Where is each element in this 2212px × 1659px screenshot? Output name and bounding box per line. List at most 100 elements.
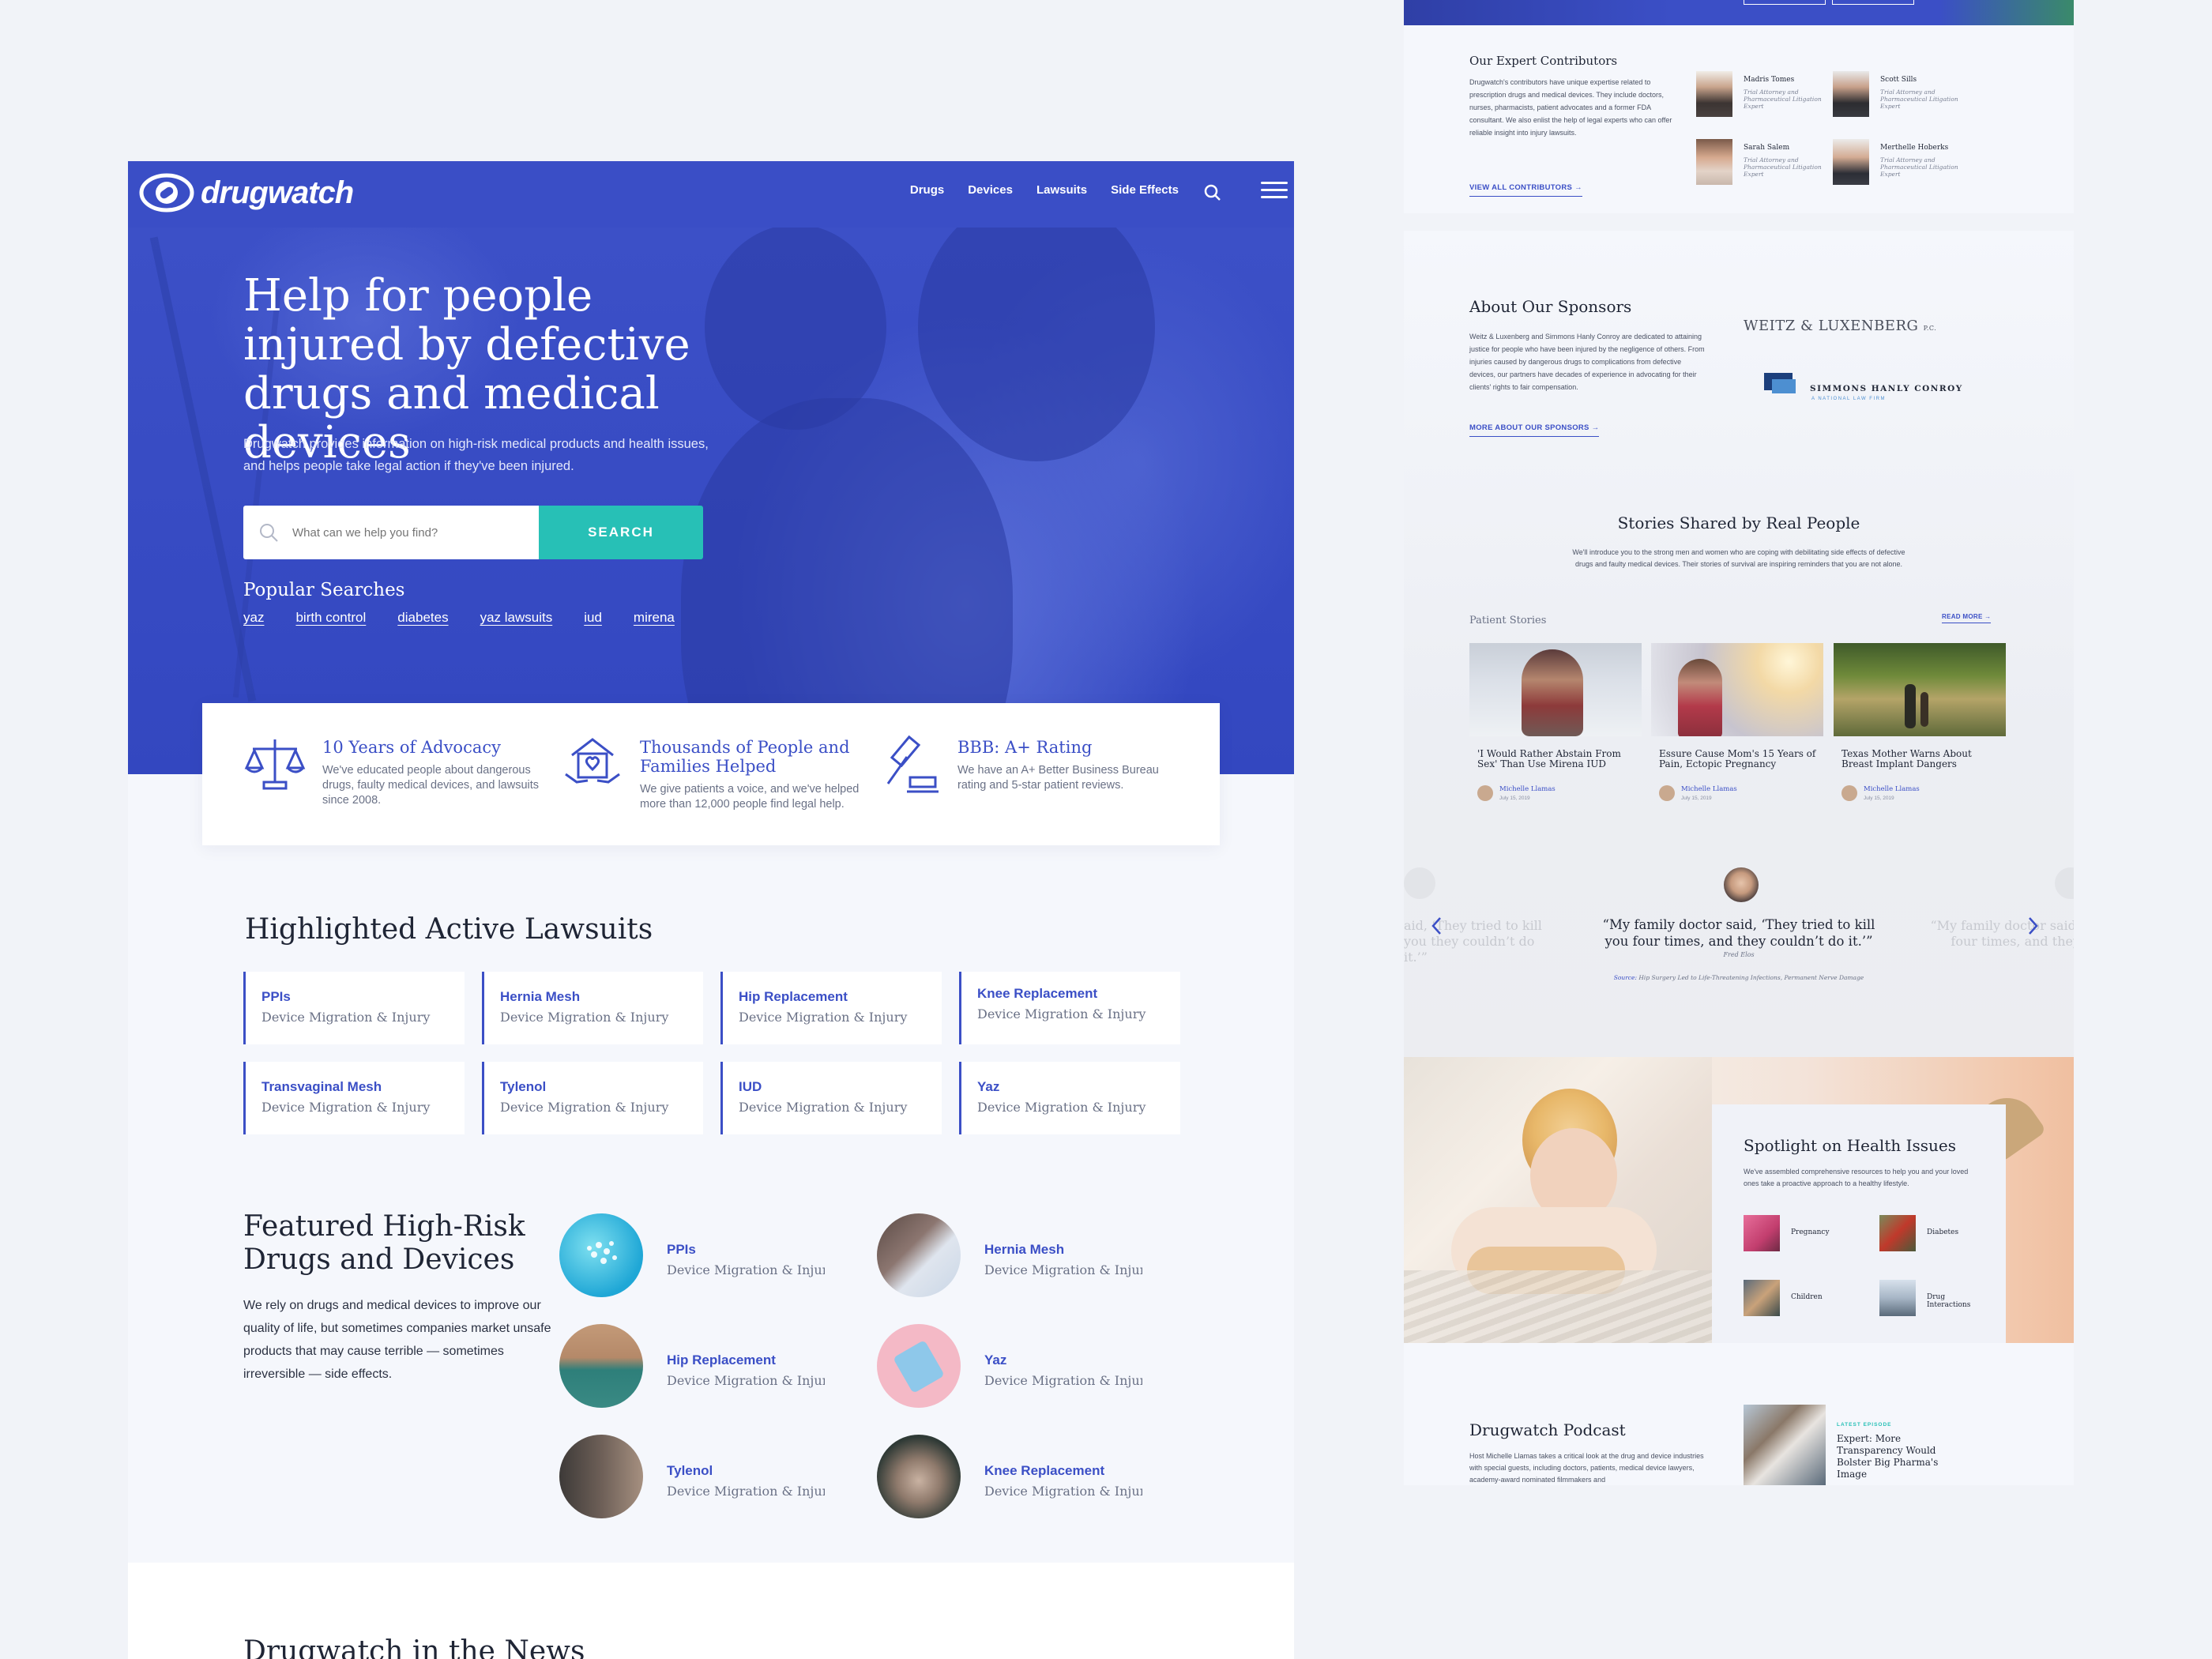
featured-item-subtitle: Device Migration & Injury [667, 1373, 825, 1388]
contributor-card[interactable]: Madris Tomes Trial Attorney and Pharmace… [1696, 71, 1830, 122]
author-avatar [1841, 785, 1857, 801]
spotlight-thumbnail [1879, 1215, 1916, 1251]
helping-hands-icon [565, 738, 620, 784]
banner-button[interactable] [1744, 0, 1826, 5]
link-label: READ MORE [1942, 613, 1983, 620]
popular-search-link[interactable]: yaz lawsuits [480, 610, 553, 626]
contributor-name: Sarah Salem [1744, 144, 1790, 152]
featured-item[interactable]: Yaz Device Migration & Injury [877, 1324, 1177, 1411]
story-card[interactable]: 'I Would Rather Abstain From Sex' Than U… [1469, 643, 1642, 817]
lawsuit-name: Hernia Mesh [500, 989, 581, 1004]
carousel-ghost-quote: “My family doctor said, four times, and … [1930, 918, 2074, 949]
trust-features-bar: 10 Years of Advocacy We've educated peop… [202, 703, 1220, 845]
author-avatar [1659, 785, 1675, 801]
featured-item[interactable]: Knee Replacement Device Migration & Inju… [877, 1435, 1177, 1522]
story-image [1651, 643, 1823, 736]
featured-item[interactable]: Hernia Mesh Device Migration & Injury [877, 1213, 1177, 1300]
author-avatar [1477, 785, 1493, 801]
popular-search-link[interactable]: diabetes [397, 610, 448, 626]
featured-item[interactable]: PPIs Device Migration & Injury [559, 1213, 860, 1300]
lawsuit-card[interactable]: Hip Replacement Device Migration & Injur… [720, 972, 942, 1044]
contributor-card[interactable]: Sarah Salem Trial Attorney and Pharmaceu… [1696, 139, 1830, 190]
nav-link-side-effects[interactable]: Side Effects [1111, 183, 1179, 197]
story-date: July 15, 2019 [1499, 796, 1530, 801]
source-label: Source: [1613, 974, 1637, 981]
spotlight-item[interactable]: Diabetes [1879, 1215, 1990, 1251]
hero-search-input[interactable] [292, 520, 529, 545]
nav-link-drugs[interactable]: Drugs [910, 183, 944, 197]
popular-search-link[interactable]: birth control [295, 610, 366, 626]
hero-subtitle: Drugwatch provides information on high-r… [243, 437, 709, 473]
lawsuit-card[interactable]: Transvaginal Mesh Device Migration & Inj… [243, 1062, 465, 1134]
spotlight-thumbnail [1744, 1215, 1780, 1251]
story-card[interactable]: Essure Cause Mom's 15 Years of Pain, Ect… [1651, 643, 1823, 817]
lawsuit-card[interactable]: IUD Device Migration & Injury [720, 1062, 942, 1134]
popular-search-link[interactable]: mirena [634, 610, 675, 626]
contributors-section: Our Expert Contributors Drugwatch's cont… [1404, 0, 2074, 213]
spotlight-item[interactable]: Drug Interactions [1879, 1280, 1990, 1316]
episode-title[interactable]: Expert: More Transparency Would Bolster … [1837, 1433, 1947, 1480]
patient-stories-label: Patient Stories [1469, 615, 1547, 626]
nav-link-devices[interactable]: Devices [968, 183, 1013, 197]
news-section-title: Drugwatch in the News [243, 1635, 585, 1659]
popular-search-link[interactable]: yaz [243, 610, 264, 626]
weitz-luxenberg-logo[interactable]: WEITZ & LUXENBERG P.C. [1744, 318, 1936, 334]
top-navbar: drugwatch Drugs Devices Lawsuits Side Ef… [128, 161, 1294, 228]
spotlight-body: We've assembled comprehensive resources … [1744, 1168, 1969, 1187]
search-button[interactable]: SEARCH [539, 506, 703, 559]
lawsuit-name: IUD [739, 1079, 762, 1094]
lawsuit-subtitle: Device Migration & Injury [500, 1100, 669, 1115]
contributor-card[interactable]: Scott Sills Trial Attorney and Pharmaceu… [1833, 71, 1967, 122]
chevron-left-icon[interactable] [1429, 915, 1445, 937]
simmons-hanly-logo-subtitle: A NATIONAL LAW FIRM [1811, 397, 1886, 401]
simmons-hanly-logo-text[interactable]: SIMMONS HANLY CONROY [1810, 384, 1963, 393]
lawsuit-subtitle: Device Migration & Injury [261, 1100, 431, 1115]
story-card[interactable]: Texas Mother Warns About Breast Implant … [1834, 643, 2006, 817]
contributor-card[interactable]: Merthelle Hoberks Trial Attorney and Pha… [1833, 139, 1967, 190]
hero-section: drugwatch Drugs Devices Lawsuits Side Ef… [128, 161, 1294, 774]
carousel-ghost-quote: aid, ‘They tried to kill you they couldn… [1404, 918, 1542, 965]
view-all-contributors-link[interactable]: VIEW ALL CONTRIBUTORS → [1469, 183, 1582, 197]
read-more-link[interactable]: READ MORE → [1942, 613, 1992, 623]
link-label: MORE ABOUT OUR SPONSORS [1469, 423, 1589, 432]
contributor-avatar [1833, 71, 1869, 117]
hamburger-menu-icon[interactable] [1261, 182, 1288, 202]
featured-item-name: Knee Replacement [984, 1463, 1105, 1478]
lawsuit-subtitle: Device Migration & Injury [739, 1100, 908, 1115]
more-about-sponsors-link[interactable]: MORE ABOUT OUR SPONSORS → [1469, 423, 1600, 437]
logo-text: drugwatch [201, 175, 354, 210]
spotlight-label: Pregnancy [1791, 1228, 1830, 1236]
gavel-icon [886, 735, 939, 793]
spotlight-item[interactable]: Pregnancy [1744, 1215, 1854, 1251]
contributor-avatar [1696, 139, 1732, 185]
lawsuit-name: Transvaginal Mesh [261, 1079, 382, 1094]
story-image [1469, 643, 1642, 736]
lawsuit-card[interactable]: Knee Replacement Device Migration & Inju… [959, 972, 1180, 1044]
nav-link-lawsuits[interactable]: Lawsuits [1036, 183, 1087, 197]
featured-item[interactable]: Hip Replacement Device Migration & Injur… [559, 1324, 860, 1411]
knee-photo [877, 1435, 961, 1518]
lawsuit-card[interactable]: Hernia Mesh Device Migration & Injury [482, 972, 703, 1044]
carousel-ghost-avatar [2055, 867, 2074, 899]
story-title: Texas Mother Warns About Breast Implant … [1841, 748, 1972, 769]
search-icon[interactable] [1202, 182, 1223, 204]
chevron-right-icon[interactable] [2025, 915, 2041, 937]
pills-photo [559, 1213, 643, 1297]
lawsuit-subtitle: Device Migration & Injury [261, 1010, 431, 1025]
podcast-episode-image[interactable] [1744, 1405, 1826, 1485]
eye-pill-logo-icon [139, 173, 194, 213]
hero-search-field[interactable] [243, 506, 539, 559]
feature-description: We have an A+ Better Business Bureau rat… [957, 764, 1159, 792]
lawsuit-card[interactable]: PPIs Device Migration & Injury [243, 972, 465, 1044]
featured-item[interactable]: Tylenol Device Migration & Injury [559, 1435, 860, 1522]
spotlight-label: Diabetes [1927, 1228, 1959, 1236]
banner-button[interactable] [1832, 0, 1914, 5]
lawsuit-card[interactable]: Yaz Device Migration & Injury [959, 1062, 1180, 1134]
drugwatch-logo[interactable]: drugwatch [139, 172, 354, 213]
spotlight-card: Spotlight on Health Issues We've assembl… [1712, 1104, 2006, 1345]
lawsuit-subtitle: Device Migration & Injury [739, 1010, 908, 1025]
source-link[interactable]: Hip Surgery Led to Life-Threatening Infe… [1638, 974, 1864, 981]
spotlight-item[interactable]: Children [1744, 1280, 1854, 1316]
lawsuit-card[interactable]: Tylenol Device Migration & Injury [482, 1062, 703, 1134]
popular-search-link[interactable]: iud [584, 610, 602, 626]
